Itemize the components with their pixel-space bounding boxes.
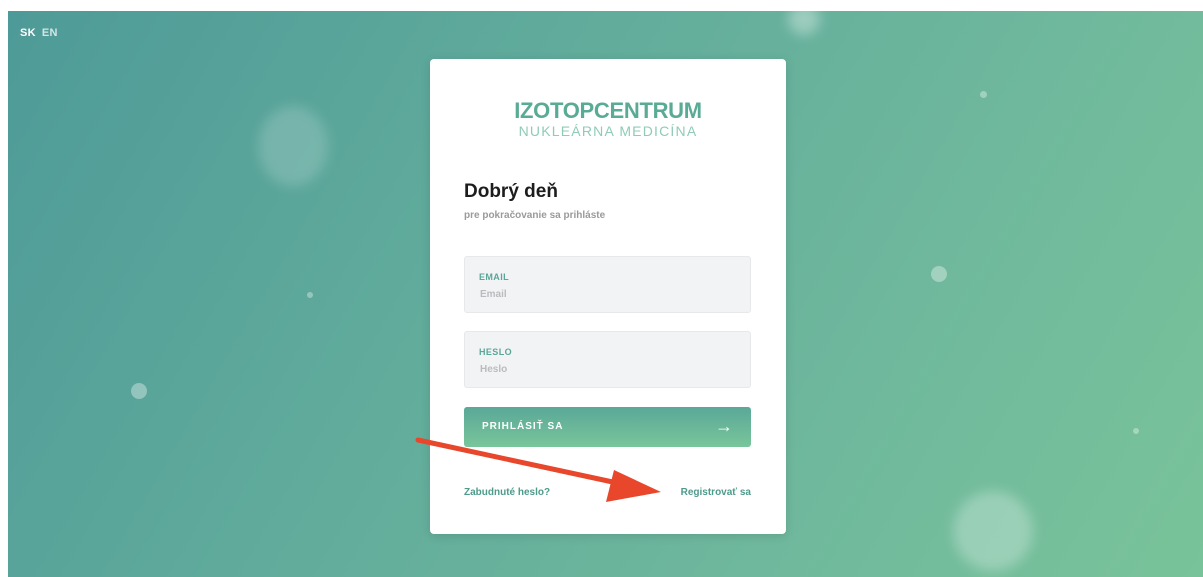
logo-main: IZOTOPCENTRUM [514, 98, 702, 123]
email-field[interactable]: EMAIL [464, 256, 751, 313]
email-input[interactable] [478, 285, 732, 303]
register-link[interactable]: Registrovať sa [681, 487, 751, 498]
bokeh-dot [1133, 428, 1139, 434]
lang-en[interactable]: EN [42, 27, 58, 39]
bokeh-blob [788, 11, 820, 35]
bokeh-blob [953, 491, 1033, 571]
logo: IZOTOPCENTRUM NUKLEÁRNA MEDICÍNA [430, 98, 786, 140]
bokeh-dot [931, 266, 947, 282]
bokeh-dot [131, 383, 147, 399]
password-field[interactable]: HESLO [464, 331, 751, 388]
login-card: IZOTOPCENTRUM NUKLEÁRNA MEDICÍNA Dobrý d… [430, 59, 786, 534]
greeting-title: Dobrý deň [464, 181, 558, 202]
login-button-label: PRIHLÁSIŤ SA [482, 421, 564, 432]
forgot-password-link[interactable]: Zabudnuté heslo? [464, 487, 550, 498]
greeting-subtitle: pre pokračovanie sa prihláste [464, 210, 606, 221]
bokeh-dot [307, 292, 313, 298]
bokeh-dot [980, 91, 987, 98]
bokeh-blob [258, 106, 328, 186]
password-input[interactable] [478, 360, 732, 378]
lang-sk[interactable]: SK [20, 27, 36, 39]
language-switcher: SK EN [20, 27, 64, 39]
password-label: HESLO [479, 347, 513, 357]
arrow-right-icon: → [715, 416, 733, 436]
login-button[interactable]: PRIHLÁSIŤ SA → [464, 407, 751, 447]
email-label: EMAIL [479, 272, 509, 282]
logo-sub: NUKLEÁRNA MEDICÍNA [518, 123, 698, 139]
